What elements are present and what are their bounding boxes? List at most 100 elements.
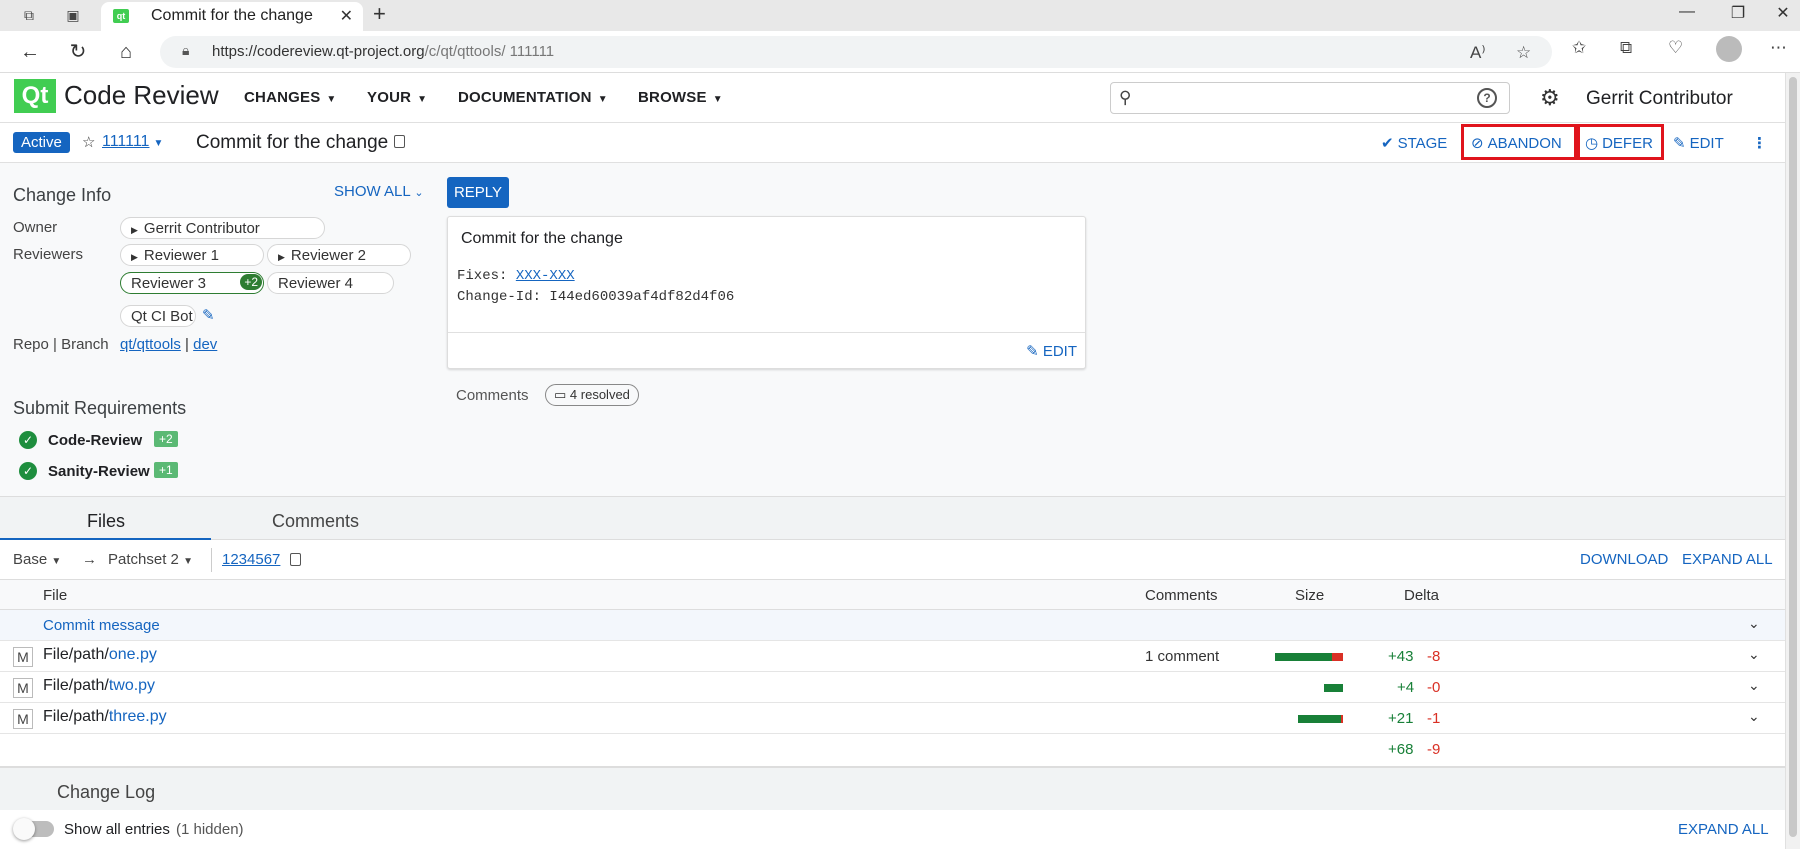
total-lines-removed: -9 <box>1427 741 1441 758</box>
comments-label: Comments <box>456 387 529 404</box>
expand-all-files-button[interactable]: EXPAND ALL <box>1682 551 1773 568</box>
file-name-link[interactable]: three.py <box>109 708 167 725</box>
modified-badge: M <box>13 647 33 667</box>
file-name-link[interactable]: two.py <box>109 677 155 694</box>
tab-title: Commit for the change <box>151 7 313 24</box>
menu-changes[interactable]: CHANGES ▼ <box>244 89 337 106</box>
edit-commit-message-button[interactable]: ✎ EDIT <box>1026 342 1077 360</box>
profile-avatar-icon[interactable] <box>1716 36 1742 62</box>
double-check-icon: ✔ <box>1381 135 1394 152</box>
divider <box>211 548 212 572</box>
tab-files[interactable]: Files <box>87 511 125 532</box>
page-scrollbar[interactable] <box>1785 73 1800 849</box>
edit-reviewers-pencil-icon[interactable]: ✎ <box>202 306 215 324</box>
edit-button[interactable]: ✎ EDIT <box>1673 134 1724 152</box>
qt-logo[interactable]: Qt <box>14 79 56 113</box>
restore-icon[interactable]: ❐ <box>1723 3 1753 23</box>
copy-icon[interactable] <box>394 135 405 153</box>
overflow-menu-icon[interactable]: ⋮ <box>1752 134 1767 152</box>
collections-icon[interactable]: ⧉ <box>1620 38 1632 58</box>
status-badge: Active <box>13 132 70 153</box>
totals-row: +68 -9 <box>0 734 1785 766</box>
menu-browse[interactable]: BROWSE ▼ <box>638 89 723 106</box>
col-delta: Delta <box>1404 587 1440 604</box>
lock-icon[interactable]: 🔒︎ <box>182 42 189 59</box>
total-lines-added: +68 <box>1388 741 1414 758</box>
change-log-header[interactable]: Change Log <box>0 766 1785 810</box>
requirement-code-review[interactable]: Code-Review <box>48 432 142 449</box>
fixes-line: Fixes: XXX-XXX <box>457 268 575 284</box>
repo-link[interactable]: qt/qttools <box>120 336 181 353</box>
col-comments: Comments <box>1145 587 1218 604</box>
star-icon[interactable]: ☆ <box>82 133 95 151</box>
home-icon[interactable]: ⌂ <box>114 40 138 64</box>
reviewer-chip-ci-bot[interactable]: Qt CI Bot <box>120 305 196 327</box>
branch-link[interactable]: dev <box>193 336 217 353</box>
help-icon[interactable]: ? <box>1477 88 1497 108</box>
tab-comments[interactable]: Comments <box>272 511 359 532</box>
new-tab-button[interactable]: + <box>373 1 386 27</box>
show-all-button[interactable]: SHOW ALL ⌄ <box>334 183 424 200</box>
menu-documentation[interactable]: DOCUMENTATION ▼ <box>458 89 608 106</box>
chevron-down-icon[interactable]: ⌄ <box>1748 615 1760 632</box>
pencil-icon: ✎ <box>1026 343 1039 360</box>
chevron-down-icon: ▼ <box>712 94 723 105</box>
copy-icon[interactable] <box>290 553 301 570</box>
chevron-down-icon: ▼ <box>326 94 337 105</box>
minimize-icon[interactable]: — <box>1672 3 1702 21</box>
files-table-header: File Comments Size Delta <box>0 580 1785 610</box>
close-window-icon[interactable]: ✕ <box>1768 3 1798 23</box>
commit-message-row[interactable]: Commit message ⌄ <box>0 610 1785 641</box>
reply-button[interactable]: REPLY <box>447 177 509 208</box>
table-row[interactable]: M File/path/three.py +21 -1 ⌄ <box>0 703 1785 734</box>
browser-essentials-icon[interactable]: ♡ <box>1668 38 1683 58</box>
chevron-down-icon[interactable]: ⌄ <box>1748 646 1760 663</box>
read-aloud-icon[interactable]: A⁾ <box>1470 43 1486 63</box>
commit-subject: Commit for the change <box>461 230 623 247</box>
search-input[interactable]: ⚲ ? <box>1110 82 1510 114</box>
chevron-down-icon[interactable]: ⌄ <box>1748 677 1760 694</box>
size-bar-removed <box>1332 653 1343 661</box>
url-field[interactable]: 🔒︎ https://codereview.qt-project.org/c/q… <box>160 36 1552 68</box>
back-icon[interactable]: ← <box>18 40 42 64</box>
lines-added: +21 <box>1388 710 1414 727</box>
fixes-link[interactable]: XXX-XXX <box>516 268 575 284</box>
base-dropdown[interactable]: Base ▼ <box>13 551 61 568</box>
resolved-comments-chip[interactable]: ▭ 4 resolved <box>545 384 639 406</box>
stage-button[interactable]: ✔ STAGE <box>1381 134 1447 152</box>
chevron-down-icon[interactable]: ⌄ <box>1748 708 1760 725</box>
requirement-sanity-review[interactable]: Sanity-Review <box>48 463 150 480</box>
table-row[interactable]: M File/path/one.py 1 comment +43 -8 ⌄ <box>0 641 1785 672</box>
gear-icon[interactable]: ⚙ <box>1540 85 1560 111</box>
patchset-dropdown[interactable]: Patchset 2 ▼ <box>108 551 193 568</box>
reviewer-chip-3[interactable]: Reviewer 3 +2 <box>120 272 264 294</box>
commit-message-link[interactable]: Commit message <box>43 617 160 634</box>
owner-chip[interactable]: ▶ Gerrit Contributor <box>120 217 325 239</box>
browser-tab[interactable]: qt Commit for the change ✕ <box>101 2 363 31</box>
size-bar-added <box>1275 653 1333 661</box>
show-all-entries-toggle[interactable] <box>13 818 54 840</box>
chevron-down-icon: ▼ <box>51 556 62 567</box>
user-name[interactable]: Gerrit Contributor <box>1586 88 1733 110</box>
vertical-tabs-icon[interactable]: ▣ <box>62 4 84 26</box>
favorites-icon[interactable]: ✩ <box>1572 38 1586 58</box>
file-name-link[interactable]: one.py <box>109 646 157 663</box>
expand-all-log-button[interactable]: EXPAND ALL <box>1678 821 1769 838</box>
workspaces-icon[interactable]: ⧉ <box>18 4 40 26</box>
reviewer-chip-1[interactable]: ▶ Reviewer 1 <box>120 244 264 266</box>
hidden-count: (1 hidden) <box>176 821 244 838</box>
menu-your[interactable]: YOUR ▼ <box>367 89 427 106</box>
url-host: https://codereview.qt-project.org <box>212 43 425 60</box>
close-tab-icon[interactable]: ✕ <box>340 6 353 26</box>
reviewer-chip-4[interactable]: Reviewer 4 <box>267 272 394 294</box>
favorite-star-icon[interactable]: ☆ <box>1516 43 1531 63</box>
change-number[interactable]: 111111 ▼ <box>102 133 163 151</box>
reviewer-chip-2[interactable]: ▶ Reviewer 2 <box>267 244 411 266</box>
more-icon[interactable]: ⋯ <box>1770 38 1787 58</box>
refresh-icon[interactable]: ↻ <box>66 40 90 64</box>
table-row[interactable]: M File/path/two.py +4 -0 ⌄ <box>0 672 1785 703</box>
lines-added: +43 <box>1388 648 1414 665</box>
download-button[interactable]: DOWNLOAD <box>1580 551 1668 568</box>
commit-sha-link[interactable]: 1234567 <box>222 551 280 568</box>
app-title[interactable]: Code Review <box>64 80 219 111</box>
